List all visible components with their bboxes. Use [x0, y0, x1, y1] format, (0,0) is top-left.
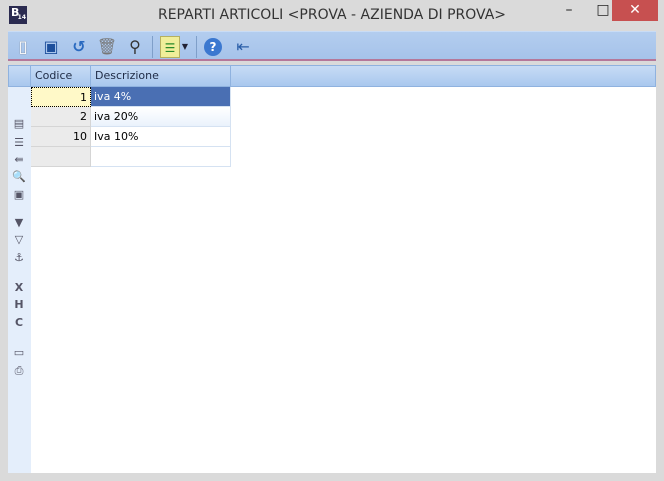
- cell-codice-new[interactable]: [31, 147, 91, 167]
- toolbar: ▯ ▣ ↺ 🗑 ⚲ ☰ ▼ ? ⇤: [8, 31, 656, 61]
- table-row[interactable]: 10 Iva 10%: [31, 127, 231, 147]
- grid-header: Codice Descrizione: [8, 65, 656, 87]
- new-icon[interactable]: ▯: [12, 36, 34, 58]
- exit-icon[interactable]: ⇤: [232, 36, 254, 58]
- table-row[interactable]: 2 iva 20%: [31, 107, 231, 127]
- form-icon[interactable]: ▣: [12, 188, 26, 202]
- delete-icon[interactable]: 🗑: [96, 36, 118, 58]
- list-icon[interactable]: ☰: [12, 136, 26, 150]
- header-corner: [9, 66, 31, 86]
- filter-icon[interactable]: ▼: [12, 216, 26, 230]
- table-row[interactable]: 1 iva 4%: [31, 87, 231, 107]
- cell-descrizione[interactable]: iva 4%: [91, 87, 231, 107]
- save-icon[interactable]: ▣: [40, 36, 62, 58]
- cell-descrizione[interactable]: Iva 10%: [91, 127, 231, 147]
- filter-remove-icon[interactable]: ▽: [12, 233, 26, 247]
- new-row[interactable]: [31, 147, 231, 167]
- cell-codice[interactable]: 2: [31, 107, 91, 127]
- dropdown-arrow-icon[interactable]: ▼: [180, 36, 190, 58]
- side-toolbar: ▤ ☰ ⇚ 🔍 ▣ ▼ ▽ ⚓ X H C ▭ ⎙: [8, 65, 31, 473]
- preview-icon[interactable]: ▭: [12, 346, 26, 360]
- cell-descrizione[interactable]: iva 20%: [91, 107, 231, 127]
- anchor-icon[interactable]: ⚓: [12, 251, 26, 265]
- export-excel-icon[interactable]: X: [12, 281, 26, 295]
- column-header-descrizione[interactable]: Descrizione: [91, 66, 231, 86]
- record-icon[interactable]: ▤: [12, 117, 26, 131]
- title-bar: B 14 REPARTI ARTICOLI <PROVA - AZIENDA DI…: [0, 0, 664, 31]
- export-csv-icon[interactable]: C: [12, 316, 26, 330]
- list-options-icon[interactable]: ☰: [160, 36, 180, 58]
- insert-icon[interactable]: ⇚: [12, 153, 26, 167]
- export-html-icon[interactable]: H: [12, 298, 26, 312]
- close-button[interactable]: ✕: [612, 0, 658, 21]
- undo-icon[interactable]: ↺: [68, 36, 90, 58]
- cell-codice[interactable]: 10: [31, 127, 91, 147]
- zoom-icon[interactable]: 🔍: [12, 170, 26, 184]
- cell-descrizione-new[interactable]: [91, 147, 231, 167]
- cell-codice[interactable]: 1: [31, 87, 91, 107]
- toolbar-separator: [152, 36, 153, 58]
- print-icon[interactable]: ⎙: [12, 364, 26, 378]
- toolbar-separator: [196, 36, 197, 58]
- help-icon[interactable]: ?: [204, 38, 222, 56]
- search-icon[interactable]: ⚲: [124, 36, 146, 58]
- column-header-codice[interactable]: Codice: [31, 66, 91, 86]
